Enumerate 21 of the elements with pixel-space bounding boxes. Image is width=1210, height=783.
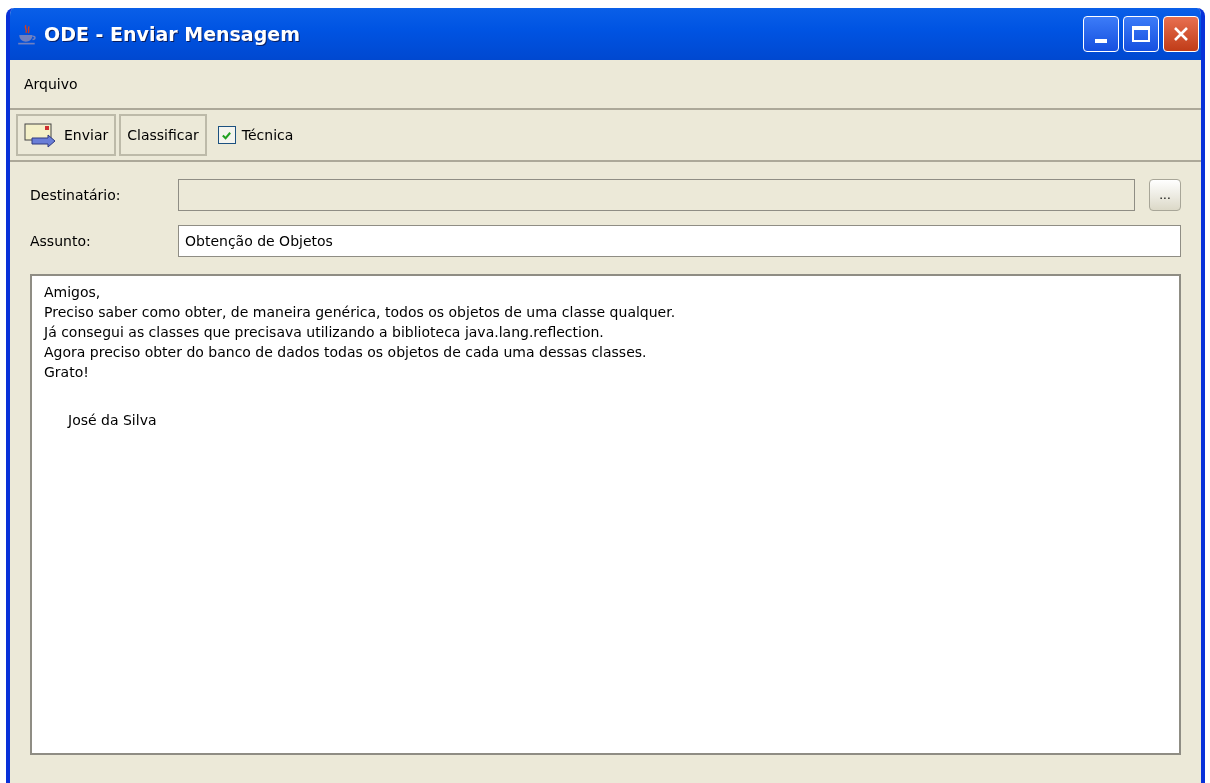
close-button[interactable] [1163,16,1199,52]
field-label: Assunto: [30,233,92,249]
technical-checkbox[interactable]: Técnica [217,126,294,144]
window-title: ODE - Enviar Mensagem [44,23,301,45]
message-line: Preciso saber como obter, de maneira genérica, todos os objetos de uma classe qualquer. [44,303,677,322]
menu-item[interactable]: Arquivo [20,74,82,94]
maximize-button[interactable] [1123,16,1159,52]
message-line: Já consegui as classes que precisava utilizando a biblioteca java.lang.reflection. [44,323,605,342]
envelope-arrow-icon [24,122,58,148]
checkmark-icon [221,129,233,141]
message-area[interactable] [30,274,1181,755]
message-line: Agora preciso obter do banco de dados todas os objetos de cada uma dessas classes. [44,343,648,362]
subject-field[interactable]: Obtenção de Objetos [178,225,1181,257]
message-line: José da Silva [66,411,158,430]
minimize-button[interactable] [1083,16,1119,52]
send-button[interactable]: Enviar [16,114,117,156]
classify-button[interactable]: Classificar [119,114,207,156]
message-line: Grato! [44,363,90,382]
message-line: Amigos, [44,283,102,302]
field-label: Destinatário: [30,187,122,203]
coffee-cup-icon [16,23,38,45]
